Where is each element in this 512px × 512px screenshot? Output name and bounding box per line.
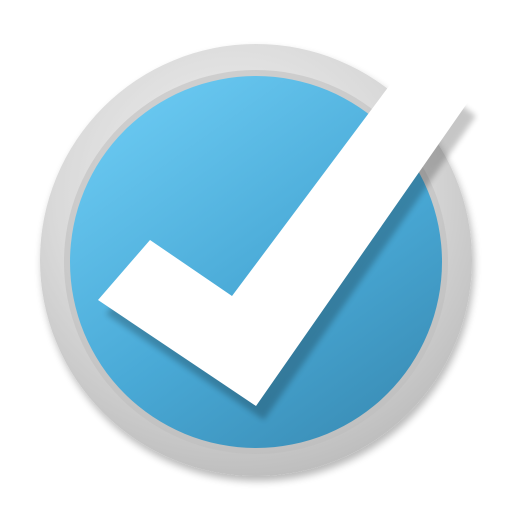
icon-canvas (0, 0, 512, 512)
checkmark-badge-icon (40, 44, 476, 476)
